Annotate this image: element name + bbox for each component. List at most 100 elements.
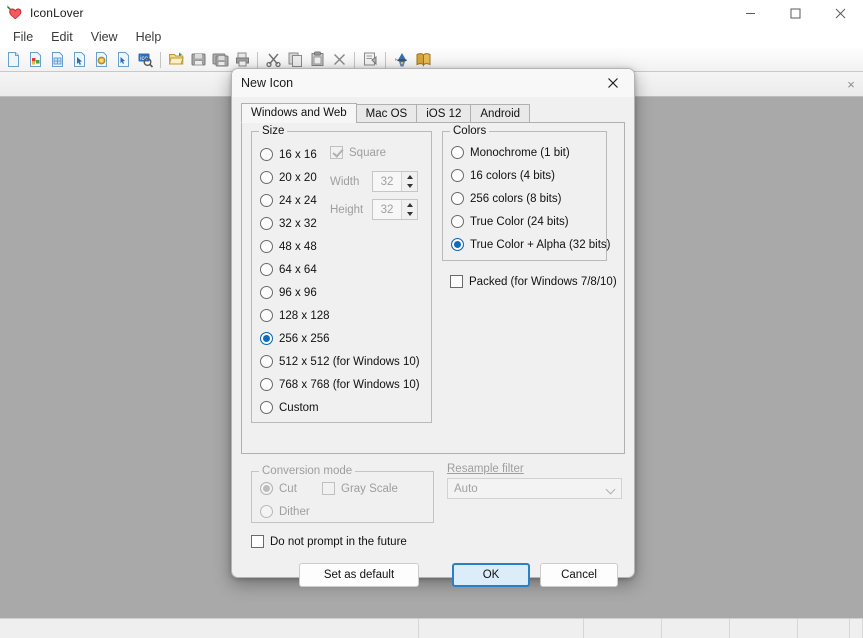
ok-button[interactable]: OK — [452, 563, 530, 587]
size-option-custom[interactable]: Custom — [260, 396, 375, 419]
size-option-label: 48 x 48 — [279, 240, 317, 253]
size-option-label: Custom — [279, 401, 319, 414]
size-option-48x48[interactable]: 48 x 48 — [260, 235, 375, 258]
tab-android[interactable]: Android — [470, 104, 531, 123]
close-document-icon[interactable]: × — [843, 76, 859, 92]
menu-item-view[interactable]: View — [82, 27, 127, 47]
gray-scale-label: Gray Scale — [341, 482, 398, 495]
status-cell-2 — [584, 618, 663, 638]
size-group-label: Size — [259, 125, 288, 137]
status-cell-0 — [0, 618, 420, 638]
save-all-icon[interactable] — [209, 49, 231, 71]
dialog-button-row: Set as default OK Cancel — [242, 563, 628, 587]
size-option-label: 96 x 96 — [279, 286, 317, 299]
tab-mac-os[interactable]: Mac OS — [355, 104, 418, 123]
width-input[interactable]: 32 — [373, 172, 401, 191]
colors-group: Colors Monochrome (1 bit) 16 colors (4 b… — [442, 125, 611, 261]
width-stepper[interactable]: 32 — [372, 171, 418, 192]
color-option-true-color-alpha[interactable]: True Color + Alpha (32 bits) — [451, 233, 611, 256]
height-stepper[interactable]: 32 — [372, 199, 418, 220]
conversion-option-label: Dither — [279, 505, 310, 518]
radio-icon — [451, 192, 464, 205]
radio-icon — [451, 169, 464, 182]
packed-checkbox[interactable]: Packed (for Windows 7/8/10) — [450, 275, 617, 288]
new-icon-dialog: New Icon Windows and Web Mac OS iOS 12 A… — [231, 68, 635, 587]
do-not-prompt-label: Do not prompt in the future — [270, 535, 407, 548]
tab-ios-12[interactable]: iOS 12 — [416, 104, 472, 123]
titlebar: IconLover — [0, 0, 863, 26]
spin-up-icon[interactable] — [402, 172, 417, 182]
coin-image-icon[interactable] — [90, 49, 112, 71]
new-library-icon[interactable] — [46, 49, 68, 71]
size-option-label: 768 x 768 (for Windows 10) — [279, 378, 420, 391]
statusbar — [0, 618, 863, 638]
spin-up-icon[interactable] — [402, 200, 417, 210]
color-option-label: True Color + Alpha (32 bits) — [470, 238, 611, 251]
spin-down-icon[interactable] — [402, 182, 417, 192]
new-cursor-icon[interactable] — [68, 49, 90, 71]
menubar: File Edit View Help — [0, 26, 863, 48]
color-option-monochrome[interactable]: Monochrome (1 bit) — [451, 141, 611, 164]
save-disk-icon[interactable] — [187, 49, 209, 71]
status-cell-5 — [798, 618, 850, 638]
dialog-close-icon[interactable] — [592, 69, 634, 96]
icon-lover-window: IconLover File Edit View Help ico × New … — [0, 0, 863, 638]
color-option-true-color[interactable]: True Color (24 bits) — [451, 210, 611, 233]
ico-search-icon[interactable]: ico — [134, 49, 156, 71]
minimize-icon[interactable] — [728, 0, 773, 26]
window-controls — [728, 0, 863, 26]
radio-icon — [260, 332, 273, 345]
radio-icon — [260, 240, 273, 253]
gray-scale-checkbox[interactable]: Gray Scale — [322, 482, 398, 495]
height-label: Height — [330, 203, 364, 216]
do-not-prompt-checkbox[interactable]: Do not prompt in the future — [251, 535, 407, 548]
cancel-button[interactable]: Cancel — [540, 563, 618, 587]
toolbar-separator — [257, 51, 258, 68]
radio-icon — [260, 263, 273, 276]
size-option-768x768[interactable]: 768 x 768 (for Windows 10) — [260, 373, 420, 396]
size-option-512x512[interactable]: 512 x 512 (for Windows 10) — [260, 350, 420, 373]
maximize-icon[interactable] — [773, 0, 818, 26]
size-option-96x96[interactable]: 96 x 96 — [260, 281, 375, 304]
close-icon[interactable] — [818, 0, 863, 26]
square-checkbox[interactable]: Square — [330, 146, 418, 159]
checkbox-icon — [322, 482, 335, 495]
radio-icon — [260, 401, 273, 414]
tab-panel-windows-and-web: Size 16 x 16 20 x 20 24 x 24 32 x 32 48 … — [241, 122, 625, 587]
open-folder-icon[interactable] — [165, 49, 187, 71]
tab-windows-and-web[interactable]: Windows and Web — [241, 103, 357, 123]
size-option-256x256[interactable]: 256 x 256 — [260, 327, 375, 350]
conversion-option-cut[interactable]: Cut — [260, 477, 310, 500]
radio-icon — [451, 215, 464, 228]
radio-icon — [260, 148, 273, 161]
new-image-icon[interactable] — [24, 49, 46, 71]
color-option-256-colors[interactable]: 256 colors (8 bits) — [451, 187, 611, 210]
spin-down-icon[interactable] — [402, 210, 417, 220]
menu-item-help[interactable]: Help — [127, 27, 171, 47]
size-group: Size 16 x 16 20 x 20 24 x 24 32 x 32 48 … — [251, 125, 432, 423]
conversion-option-dither[interactable]: Dither — [260, 500, 310, 523]
color-option-label: Monochrome (1 bit) — [470, 146, 570, 159]
color-option-16-colors[interactable]: 16 colors (4 bits) — [451, 164, 611, 187]
menu-item-edit[interactable]: Edit — [42, 27, 82, 47]
cursor-doc-icon[interactable] — [112, 49, 134, 71]
status-cell-4 — [730, 618, 799, 638]
radio-icon — [260, 482, 273, 495]
menu-item-file[interactable]: File — [4, 27, 42, 47]
radio-icon — [260, 286, 273, 299]
size-option-label: 128 x 128 — [279, 309, 330, 322]
radio-icon — [260, 217, 273, 230]
radio-icon — [451, 238, 464, 251]
color-option-label: True Color (24 bits) — [470, 215, 569, 228]
height-spin-buttons — [401, 200, 417, 219]
set-as-default-button[interactable]: Set as default — [299, 563, 419, 587]
square-label: Square — [349, 146, 387, 159]
size-option-64x64[interactable]: 64 x 64 — [260, 258, 375, 281]
height-input[interactable]: 32 — [373, 200, 401, 219]
resample-filter-select[interactable]: Auto — [447, 478, 622, 499]
colors-group-label: Colors — [450, 125, 490, 137]
resample-filter-field: Resample filter Auto — [447, 463, 622, 499]
new-document-icon[interactable] — [2, 49, 24, 71]
size-option-128x128[interactable]: 128 x 128 — [260, 304, 375, 327]
dialog-title: New Icon — [241, 76, 294, 90]
